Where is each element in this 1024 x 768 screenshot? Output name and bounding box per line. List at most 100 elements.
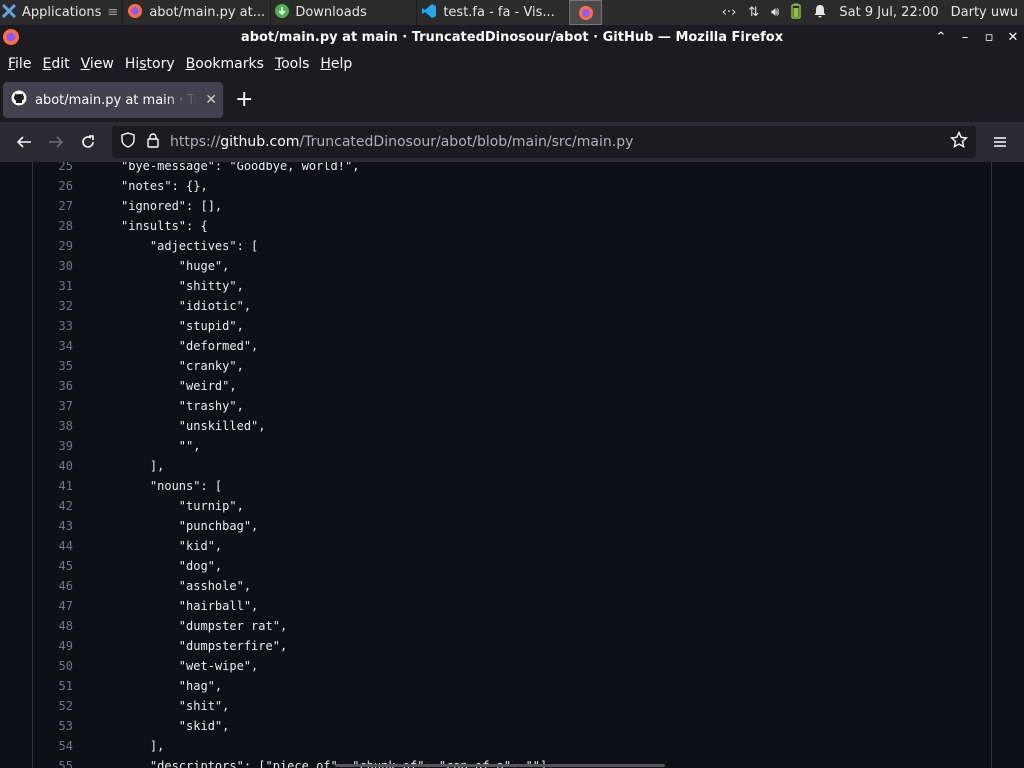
window-controls: ⌃ – ▫ ✕ bbox=[934, 25, 1020, 50]
code-line: 53 "skid", bbox=[32, 716, 990, 736]
menu-grip-icon: ≡ bbox=[107, 5, 119, 20]
volume-icon[interactable]: 🔊︎ bbox=[771, 5, 779, 20]
code-line: 48 "dumpster rat", bbox=[32, 616, 990, 636]
code-line: 35 "cranky", bbox=[32, 356, 990, 376]
desktop-panel: Applications ≡ abot/main.py at... Downlo… bbox=[0, 0, 1024, 25]
bookmark-star-icon[interactable] bbox=[949, 130, 969, 153]
tracking-protection-shield-icon[interactable] bbox=[120, 132, 136, 152]
notification-bell-icon[interactable] bbox=[813, 4, 827, 22]
line-number[interactable]: 38 bbox=[32, 416, 73, 436]
menu-tools[interactable]: Tools bbox=[271, 56, 314, 72]
taskbar-item-firefox[interactable]: abot/main.py at... bbox=[123, 0, 272, 25]
window-titlebar[interactable]: abot/main.py at main · TruncatedDinosour… bbox=[0, 25, 1024, 50]
line-number[interactable]: 35 bbox=[32, 356, 73, 376]
code-text: "deformed", bbox=[121, 339, 259, 353]
battery-icon[interactable] bbox=[791, 3, 802, 23]
line-number[interactable]: 48 bbox=[32, 616, 73, 636]
forward-button[interactable] bbox=[40, 126, 72, 158]
code-line: 54 ], bbox=[32, 736, 990, 756]
line-number[interactable]: 37 bbox=[32, 396, 73, 416]
code-line: 29 "adjectives": [ bbox=[32, 236, 990, 256]
menu-history[interactable]: History bbox=[121, 56, 179, 72]
line-number[interactable]: 47 bbox=[32, 596, 73, 616]
code-text: "insults": { bbox=[121, 219, 208, 233]
line-number[interactable]: 51 bbox=[32, 676, 73, 696]
code-text: "asshole", bbox=[121, 579, 252, 593]
menu-file[interactable]: File bbox=[4, 56, 35, 72]
line-number[interactable]: 42 bbox=[32, 496, 73, 516]
taskbar-item-downloads[interactable]: Downloads bbox=[271, 0, 418, 25]
line-number[interactable]: 49 bbox=[32, 636, 73, 656]
tab-github-main-py[interactable]: abot/main.py at main · TruncatedDinosour… bbox=[3, 82, 223, 118]
line-number[interactable]: 43 bbox=[32, 516, 73, 536]
minimize-icon[interactable]: – bbox=[958, 30, 972, 45]
line-number[interactable]: 27 bbox=[32, 196, 73, 216]
line-number[interactable]: 31 bbox=[32, 276, 73, 296]
window-title: abot/main.py at main · TruncatedDinosour… bbox=[240, 30, 784, 45]
horizontal-scrollbar[interactable] bbox=[335, 764, 665, 767]
code-line: 39 "", bbox=[32, 436, 990, 456]
line-number[interactable]: 46 bbox=[32, 576, 73, 596]
code-text: "hag", bbox=[121, 679, 223, 693]
user-name[interactable]: Darty uwu bbox=[951, 5, 1018, 20]
line-number[interactable]: 33 bbox=[32, 316, 73, 336]
network-icon[interactable]: ‹·› bbox=[722, 5, 737, 20]
clock[interactable]: Sat 9 Jul, 22:00 bbox=[839, 5, 938, 20]
close-tab-icon[interactable]: ✕ bbox=[205, 92, 217, 108]
taskbar-item-firefox-active[interactable] bbox=[569, 0, 603, 25]
lock-icon[interactable] bbox=[146, 132, 160, 152]
line-number[interactable]: 29 bbox=[32, 236, 73, 256]
line-number[interactable]: 52 bbox=[32, 696, 73, 716]
menu-help[interactable]: Help bbox=[316, 56, 356, 72]
firefox-icon bbox=[578, 5, 593, 20]
code-text: "shitty", bbox=[121, 279, 244, 293]
line-number[interactable]: 50 bbox=[32, 656, 73, 676]
url-text[interactable]: https://github.com/TruncatedDinosour/abo… bbox=[170, 134, 940, 150]
code-line: 42 "turnip", bbox=[32, 496, 990, 516]
menu-edit[interactable]: Edit bbox=[38, 56, 73, 72]
line-number[interactable]: 30 bbox=[32, 256, 73, 276]
line-number[interactable]: 25 bbox=[32, 162, 73, 176]
line-number[interactable]: 55 bbox=[32, 756, 73, 768]
system-tray: ‹·› ⇅ 🔊︎ Sat 9 Jul, 22:00 Darty uwu bbox=[722, 0, 1024, 25]
line-number[interactable]: 26 bbox=[32, 176, 73, 196]
tab-title: abot/main.py at main · TruncatedDinosour… bbox=[35, 92, 198, 108]
line-number[interactable]: 54 bbox=[32, 736, 73, 756]
firefox-icon bbox=[127, 3, 143, 23]
code-text: "bye-message": "Goodbye, world!", bbox=[121, 162, 360, 173]
xfce-logo-icon bbox=[1, 3, 17, 22]
line-number[interactable]: 34 bbox=[32, 336, 73, 356]
menu-view[interactable]: View bbox=[77, 56, 118, 72]
app-menu-button[interactable] bbox=[984, 126, 1016, 158]
line-number[interactable]: 39 bbox=[32, 436, 73, 456]
taskbar-item-vscode[interactable]: test.fa - fa - Vis... bbox=[417, 0, 570, 25]
line-number[interactable]: 53 bbox=[32, 716, 73, 736]
restore-icon[interactable]: ▫ bbox=[982, 30, 996, 45]
tab-bar: abot/main.py at main · TruncatedDinosour… bbox=[0, 78, 1024, 122]
code-line: 34 "deformed", bbox=[32, 336, 990, 356]
hamburger-menu-icon bbox=[994, 137, 1006, 147]
maximize-up-icon[interactable]: ⌃ bbox=[934, 30, 948, 45]
applications-menu[interactable]: Applications ≡ bbox=[0, 0, 124, 25]
line-number[interactable]: 36 bbox=[32, 376, 73, 396]
code-text: "punchbag", bbox=[121, 519, 259, 533]
line-number[interactable]: 44 bbox=[32, 536, 73, 556]
line-number[interactable]: 32 bbox=[32, 296, 73, 316]
code-line: 46 "asshole", bbox=[32, 576, 990, 596]
code-line: 25 "bye-message": "Goodbye, world!", bbox=[32, 162, 990, 176]
address-bar[interactable]: https://github.com/TruncatedDinosour/abo… bbox=[112, 126, 976, 158]
close-icon[interactable]: ✕ bbox=[1006, 30, 1020, 45]
code-text: "kid", bbox=[121, 539, 223, 553]
code-text: "shit", bbox=[121, 699, 230, 713]
reload-button[interactable] bbox=[72, 126, 104, 158]
line-number[interactable]: 45 bbox=[32, 556, 73, 576]
updown-arrows-icon[interactable]: ⇅ bbox=[748, 5, 759, 20]
code-text: ], bbox=[121, 739, 165, 753]
line-number[interactable]: 41 bbox=[32, 476, 73, 496]
code-line: 32 "idiotic", bbox=[32, 296, 990, 316]
line-number[interactable]: 40 bbox=[32, 456, 73, 476]
menu-bookmarks[interactable]: Bookmarks bbox=[182, 56, 268, 72]
line-number[interactable]: 28 bbox=[32, 216, 73, 236]
new-tab-button[interactable]: + bbox=[235, 89, 253, 111]
back-button[interactable] bbox=[8, 126, 40, 158]
